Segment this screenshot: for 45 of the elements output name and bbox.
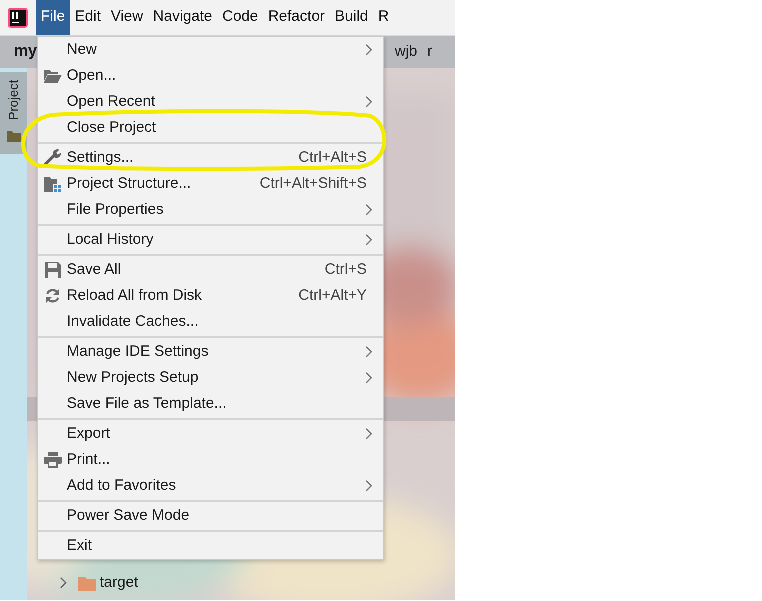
menu-item[interactable]: View — [106, 0, 148, 35]
breadcrumb-item[interactable]: wjb — [395, 40, 418, 64]
menu-item[interactable]: Navigate — [148, 0, 218, 35]
chevron-icon[interactable] — [58, 577, 68, 590]
menu-item[interactable]: Local History — [38, 227, 383, 253]
menu-item[interactable]: Refactor — [263, 0, 330, 35]
menu-item[interactable]: Save All Ctrl+S — [38, 257, 383, 283]
menu-item[interactable]: R — [373, 0, 394, 35]
editor-tab[interactable]: my — [0, 40, 38, 64]
menu-item[interactable]: Open Recent — [38, 89, 383, 115]
menu-item[interactable]: File — [36, 0, 70, 35]
breadcrumb-item[interactable]: r — [428, 40, 433, 64]
menu-item[interactable]: Print... — [38, 447, 383, 473]
shortcut-text: Ctrl+Alt+Shift+S — [260, 174, 367, 194]
menu-item[interactable]: Open... — [38, 63, 383, 89]
wrench-icon — [44, 149, 62, 167]
tool-window-tab[interactable]: Project — [0, 72, 27, 154]
shortcut-text: Ctrl+Alt+Y — [298, 286, 367, 306]
menu-item[interactable]: Project Structure... Ctrl+Alt+Shift+S — [38, 171, 383, 197]
folder-icon — [44, 69, 62, 83]
menu-item[interactable]: Settings... Ctrl+Alt+S — [38, 145, 383, 171]
print-icon — [44, 452, 62, 468]
shortcut-text: Ctrl+Alt+S — [298, 148, 367, 168]
tree-item[interactable]: target — [100, 572, 138, 594]
menu-item[interactable]: Save File as Template... — [38, 391, 383, 417]
menu-item[interactable]: Add to Favorites — [38, 473, 383, 499]
menu-item[interactable]: Power Save Mode — [38, 503, 383, 529]
menu-item[interactable]: Export — [38, 421, 383, 447]
save-icon — [44, 262, 60, 278]
menu-item[interactable]: Build — [330, 0, 374, 35]
menu-item[interactable]: Close Project — [38, 115, 383, 141]
menu-item[interactable]: New Projects Setup — [38, 365, 383, 391]
menu-item[interactable]: Edit — [70, 0, 106, 35]
reload-icon — [44, 288, 60, 304]
shortcut-text: Ctrl+S — [324, 260, 367, 280]
menu-item[interactable]: Code — [217, 0, 264, 35]
folder-icon — [6, 130, 20, 142]
folder-icon — [44, 176, 62, 192]
menu-item[interactable]: File Properties — [38, 197, 383, 223]
app-logo-icon — [8, 8, 28, 28]
menu-item[interactable]: New — [38, 37, 383, 63]
menu-item[interactable]: Reload All from Disk Ctrl+Alt+Y — [38, 283, 383, 309]
menu-item[interactable]: Invalidate Caches... — [38, 309, 383, 335]
menu-item[interactable]: Manage IDE Settings — [38, 339, 383, 365]
menu-item[interactable]: Exit — [38, 533, 383, 559]
